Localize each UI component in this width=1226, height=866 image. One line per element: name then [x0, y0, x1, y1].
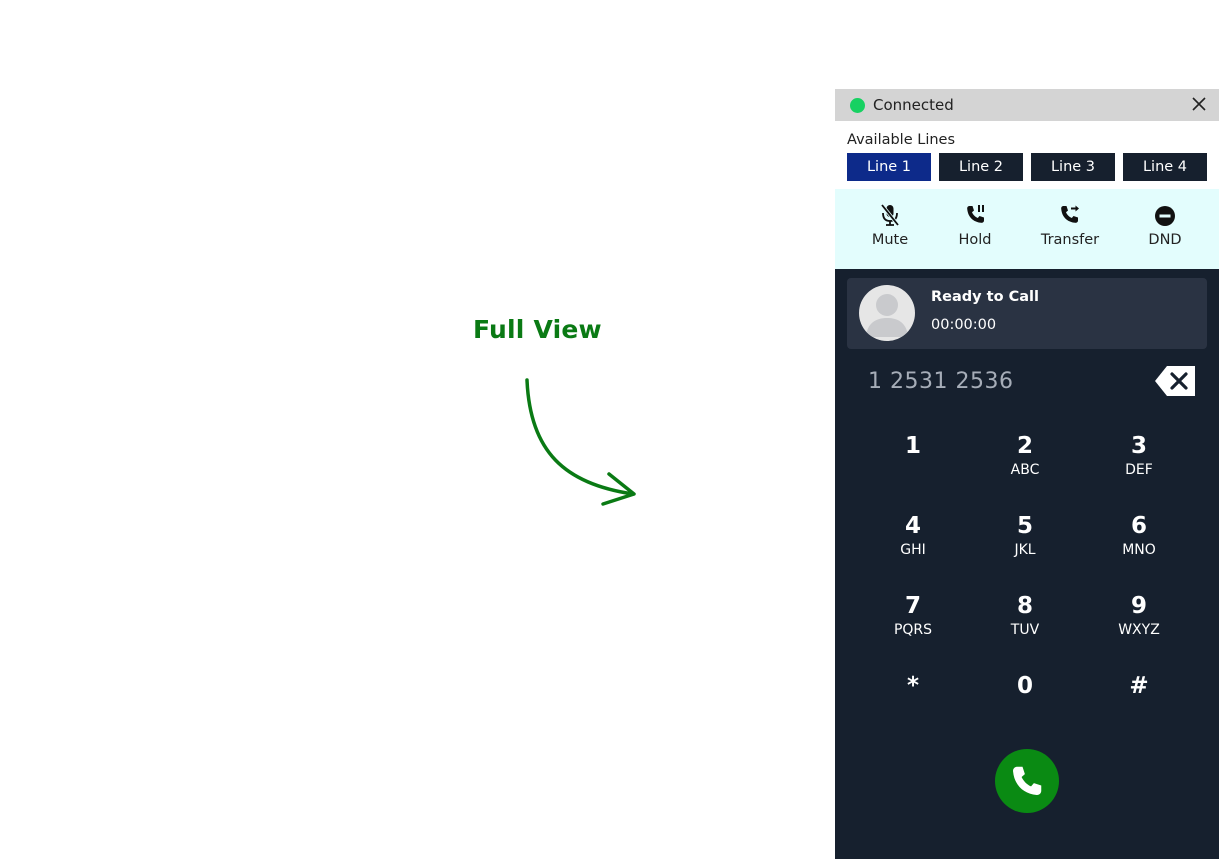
close-icon[interactable] [1191, 96, 1207, 112]
key-digit: 4 [904, 513, 921, 539]
dial-key-0[interactable]: 0 [975, 671, 1075, 735]
dial-key-8[interactable]: 8 TUV [975, 591, 1075, 655]
key-digit: 1 [904, 433, 921, 459]
avatar [859, 285, 915, 341]
dialed-number-display[interactable]: 1 2531 2536 [868, 369, 1013, 394]
call-controls: Mute Hold Transfer DND [835, 189, 1219, 269]
transfer-button[interactable]: Transfer [1030, 203, 1110, 248]
key-letters: MNO [1122, 542, 1156, 558]
dial-key-1[interactable]: 1 [863, 431, 963, 495]
key-digit: 3 [1130, 433, 1147, 459]
key-letters: DEF [1125, 462, 1153, 478]
call-button[interactable] [995, 749, 1059, 813]
key-letters: GHI [900, 542, 926, 558]
key-letters: TUV [1010, 622, 1040, 638]
mute-button[interactable]: Mute [850, 203, 930, 248]
key-digit: * [906, 673, 920, 699]
call-info-card: Ready to Call 00:00:00 [847, 278, 1207, 349]
dial-key-5[interactable]: 5 JKL [975, 511, 1075, 575]
call-status-text: Ready to Call [931, 289, 1039, 305]
key-letters: JKL [1014, 542, 1036, 558]
dnd-label: DND [1148, 232, 1182, 248]
key-letters: PQRS [893, 622, 933, 638]
key-letters: ABC [1010, 462, 1040, 478]
do-not-disturb-icon [1155, 206, 1175, 226]
available-lines-section: Available Lines Line 1 Line 2 Line 3 Lin… [835, 121, 1219, 189]
line-4-button[interactable]: Line 4 [1123, 153, 1207, 181]
key-letters: WXYZ [1118, 622, 1160, 638]
line-2-button[interactable]: Line 2 [939, 153, 1023, 181]
key-digit: 0 [1016, 673, 1033, 699]
backspace-icon[interactable] [1153, 364, 1197, 398]
dnd-button[interactable]: DND [1125, 203, 1205, 248]
key-digit: # [1129, 673, 1149, 699]
softphone-panel: Connected Available Lines Line 1 Line 2 … [835, 89, 1219, 859]
hold-label: Hold [958, 232, 992, 248]
dial-key-6[interactable]: 6 MNO [1089, 511, 1189, 575]
dial-key-4[interactable]: 4 GHI [863, 511, 963, 575]
phone-forward-icon [1061, 205, 1079, 223]
key-digit: 7 [904, 593, 921, 619]
dial-key-2[interactable]: 2 ABC [975, 431, 1075, 495]
key-digit: 2 [1016, 433, 1033, 459]
line-1-button[interactable]: Line 1 [847, 153, 931, 181]
transfer-label: Transfer [1040, 232, 1100, 248]
line-3-button[interactable]: Line 3 [1031, 153, 1115, 181]
key-digit: 5 [1016, 513, 1033, 539]
mute-label: Mute [871, 232, 909, 248]
connection-status-text: Connected [873, 96, 954, 114]
curved-arrow-icon [525, 378, 636, 506]
phone-hold-icon [967, 205, 984, 223]
dial-key-hash[interactable]: # [1089, 671, 1189, 735]
hold-button[interactable]: Hold [935, 203, 1015, 248]
key-digit: 6 [1130, 513, 1147, 539]
dial-key-9[interactable]: 9 WXYZ [1089, 591, 1189, 655]
dial-key-3[interactable]: 3 DEF [1089, 431, 1189, 495]
key-digit: 9 [1130, 593, 1147, 619]
phone-icon [1013, 766, 1042, 795]
key-digit: 8 [1016, 593, 1033, 619]
available-lines-label: Available Lines [847, 132, 956, 148]
mic-off-icon [880, 203, 900, 227]
dial-key-star[interactable]: * [863, 671, 963, 735]
user-avatar-icon [866, 294, 908, 337]
status-bar: Connected [835, 89, 1219, 121]
dial-key-7[interactable]: 7 PQRS [863, 591, 963, 655]
annotation-title: Full View [473, 315, 602, 344]
connection-status-indicator [850, 98, 865, 113]
call-timer: 00:00:00 [931, 317, 997, 333]
